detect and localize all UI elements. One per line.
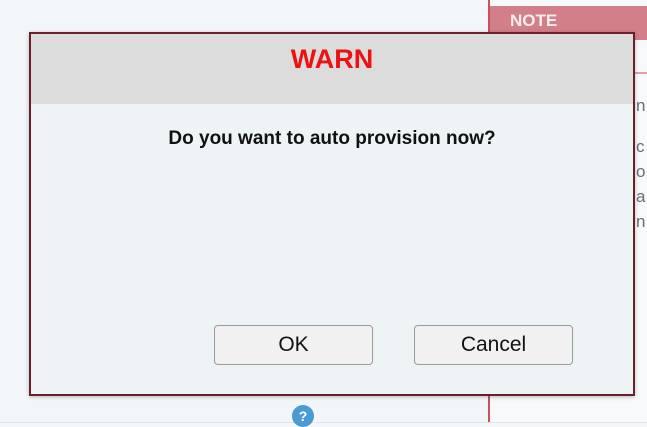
note-text-fragment: c: [636, 137, 645, 156]
dialog-title: WARN: [290, 44, 374, 74]
dialog-message: Do you want to auto provision now?: [168, 128, 496, 149]
cancel-button[interactable]: Cancel: [414, 325, 573, 365]
dialog-header: WARN: [31, 34, 633, 104]
note-text-fragment: n: [636, 212, 646, 231]
note-text-fragment: o: [636, 162, 646, 181]
note-text-fragment: a: [636, 187, 646, 206]
ok-button[interactable]: OK: [214, 325, 373, 365]
warn-dialog: WARN Do you want to auto provision now? …: [29, 32, 635, 396]
question-mark-icon[interactable]: ?: [292, 405, 314, 427]
note-text-fragment: n: [636, 96, 646, 115]
